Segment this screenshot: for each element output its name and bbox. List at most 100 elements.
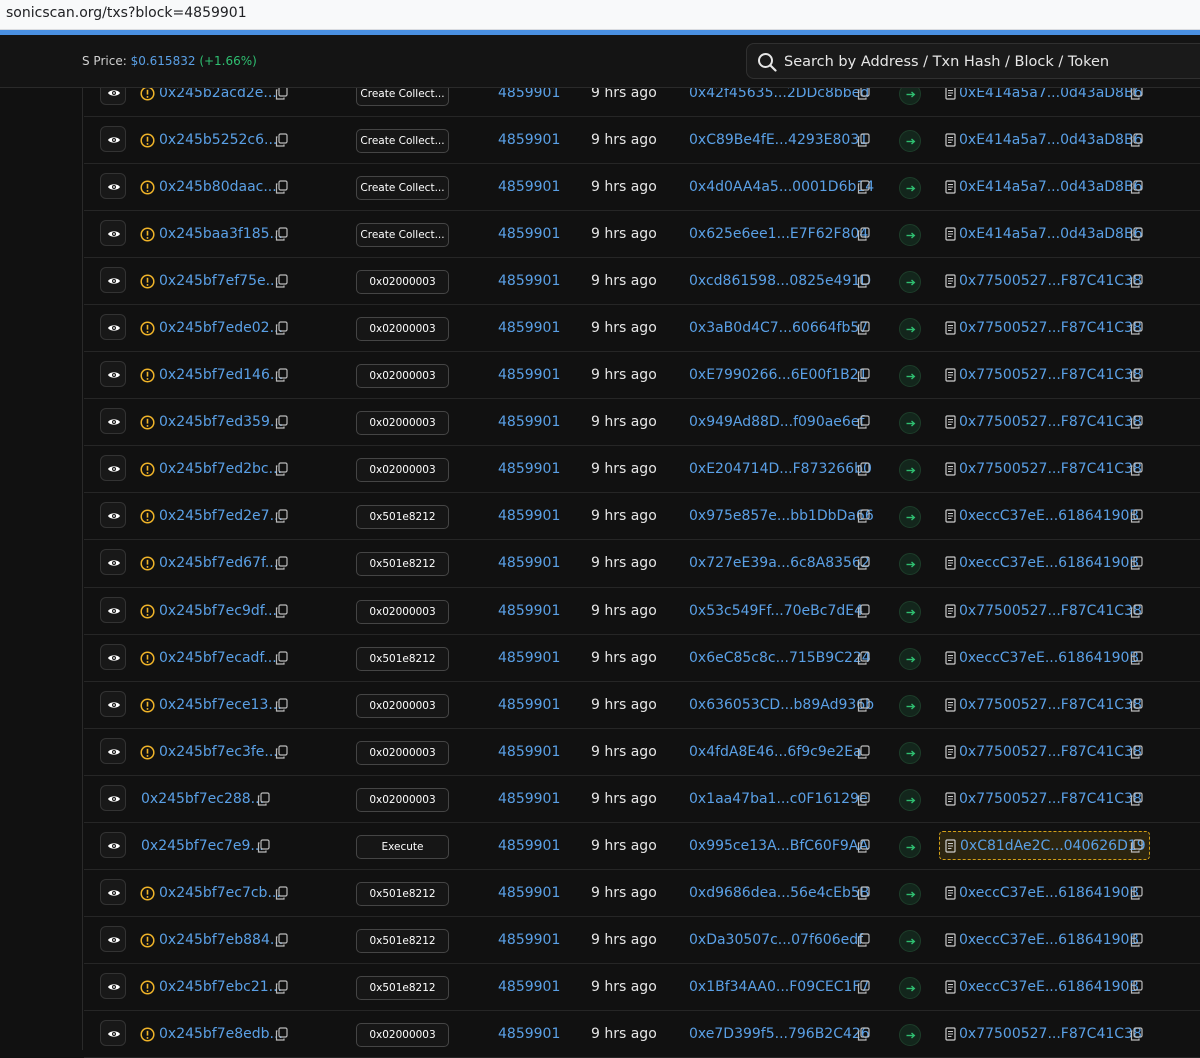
txn-hash-link[interactable]: 0x245bf7ec7cb... <box>159 885 281 901</box>
from-address-link[interactable]: 0x727eE39a...6c8A83562 <box>689 555 870 571</box>
copy-icon[interactable] <box>1130 274 1143 288</box>
from-address-link[interactable]: 0x949Ad88D...f090ae6ef <box>689 414 864 430</box>
copy-icon[interactable] <box>275 698 288 712</box>
copy-icon[interactable] <box>275 368 288 382</box>
from-address-link[interactable]: 0x3aB0d4C7...60664fb57 <box>689 320 868 336</box>
view-details-button[interactable] <box>100 502 126 529</box>
copy-icon[interactable] <box>275 180 288 194</box>
txn-hash-link[interactable]: 0x245bf7ef75e... <box>159 273 279 289</box>
from-address-link[interactable]: 0xC89Be4fE...4293E8031 <box>689 132 868 148</box>
copy-icon[interactable] <box>857 839 870 853</box>
to-address-link[interactable]: 0xE414a5a7...0d43aD8B6 <box>959 132 1142 148</box>
block-link[interactable]: 4859901 <box>498 697 560 713</box>
block-link[interactable]: 4859901 <box>498 885 560 901</box>
copy-icon[interactable] <box>275 980 288 994</box>
copy-icon[interactable] <box>275 745 288 759</box>
view-details-button[interactable] <box>100 1019 126 1046</box>
from-address-link[interactable]: 0xe7D399f5...796B2C426 <box>689 1026 870 1042</box>
copy-icon[interactable] <box>1130 650 1143 665</box>
copy-icon[interactable] <box>257 792 270 806</box>
copy-icon[interactable] <box>275 227 288 241</box>
block-link[interactable]: 4859901 <box>498 179 560 195</box>
copy-icon[interactable] <box>275 509 288 524</box>
copy-icon[interactable] <box>275 321 288 335</box>
copy-icon[interactable] <box>275 556 288 571</box>
block-link[interactable]: 4859901 <box>498 132 560 148</box>
copy-icon[interactable] <box>1130 1027 1143 1041</box>
copy-icon[interactable] <box>857 650 870 665</box>
block-link[interactable]: 4859901 <box>498 979 560 995</box>
copy-icon[interactable] <box>1130 368 1143 382</box>
block-link[interactable]: 4859901 <box>498 603 560 619</box>
from-address-link[interactable]: 0xE204714D...F873266b0 <box>689 461 872 477</box>
copy-icon[interactable] <box>1130 745 1143 759</box>
txn-hash-link[interactable]: 0x245bf7ed359... <box>159 414 283 430</box>
copy-icon[interactable] <box>857 86 870 100</box>
view-details-button[interactable] <box>100 690 126 717</box>
block-link[interactable]: 4859901 <box>498 273 560 289</box>
copy-icon[interactable] <box>257 839 270 853</box>
copy-icon[interactable] <box>275 650 288 665</box>
copy-icon[interactable] <box>275 415 288 429</box>
copy-icon[interactable] <box>857 698 870 712</box>
copy-icon[interactable] <box>1130 133 1143 147</box>
txn-hash-link[interactable]: 0x245bf7ec9df... <box>159 603 277 619</box>
block-link[interactable]: 4859901 <box>498 1026 560 1042</box>
from-address-link[interactable]: 0x1Bf34AA0...F09CEC1F7 <box>689 979 869 995</box>
to-address-link[interactable]: 0xeccC37eE...61864190B <box>959 650 1139 666</box>
copy-icon[interactable] <box>857 227 870 241</box>
copy-icon[interactable] <box>857 933 870 947</box>
txn-hash-link[interactable]: 0x245bf7e8edb... <box>159 1026 283 1042</box>
view-details-button[interactable] <box>100 925 126 952</box>
view-details-button[interactable] <box>100 361 126 388</box>
copy-icon[interactable] <box>1130 556 1143 571</box>
to-address-link[interactable]: 0x77500527...F87C41C38 <box>959 697 1142 713</box>
copy-icon[interactable] <box>857 792 870 806</box>
txn-hash-link[interactable]: 0x245bf7ed67f... <box>159 555 278 571</box>
block-link[interactable]: 4859901 <box>498 414 560 430</box>
copy-icon[interactable] <box>857 1027 870 1041</box>
to-address-text[interactable]: 0xC81dAe2C...040626D19 <box>960 838 1146 854</box>
block-link[interactable]: 4859901 <box>498 555 560 571</box>
txn-hash-link[interactable]: 0x245bf7ede02... <box>159 320 283 336</box>
copy-icon[interactable] <box>857 886 870 900</box>
from-address-link[interactable]: 0x995ce13A...BfC60F9AA <box>689 838 868 854</box>
txn-hash-link[interactable]: 0x245bf7ec288... <box>141 791 264 807</box>
txn-hash-link[interactable]: 0x245bf7eb884... <box>159 932 283 948</box>
copy-icon[interactable] <box>857 603 870 618</box>
from-address-link[interactable]: 0xDa30507c...07f606edf <box>689 932 863 948</box>
copy-icon[interactable] <box>1130 321 1143 335</box>
copy-icon[interactable] <box>1130 792 1143 806</box>
copy-icon[interactable] <box>1130 227 1143 241</box>
block-link[interactable]: 4859901 <box>498 744 560 760</box>
to-address-link[interactable]: 0xE414a5a7...0d43aD8B6 <box>959 179 1142 195</box>
price-value[interactable]: $0.615832 <box>131 54 196 68</box>
to-address-link[interactable]: 0x77500527...F87C41C38 <box>959 744 1142 760</box>
browser-address-bar[interactable]: sonicscan.org/txs?block=4859901 <box>0 0 1200 30</box>
block-link[interactable]: 4859901 <box>498 508 560 524</box>
view-details-button[interactable] <box>100 737 126 764</box>
view-details-button[interactable] <box>100 972 126 999</box>
txn-hash-link[interactable]: 0x245bf7ece13... <box>159 697 282 713</box>
txn-hash-link[interactable]: 0x245baa3f185... <box>159 226 283 242</box>
txn-hash-link[interactable]: 0x245bf7ec3fe... <box>159 744 278 760</box>
txn-hash-link[interactable]: 0x245bf7ed2bc... <box>159 461 282 477</box>
txn-hash-link[interactable]: 0x245bf7ebc21... <box>159 979 282 995</box>
to-address-link[interactable]: 0x77500527...F87C41C38 <box>959 791 1142 807</box>
copy-icon[interactable] <box>275 462 288 476</box>
copy-icon[interactable] <box>275 933 288 947</box>
search-input[interactable]: Search by Address / Txn Hash / Block / T… <box>746 43 1200 79</box>
txn-hash-link[interactable]: 0x245b80daac... <box>159 179 277 195</box>
txn-hash-link[interactable]: 0x245bf7ed2e7... <box>159 508 283 524</box>
block-link[interactable]: 4859901 <box>498 367 560 383</box>
to-address-link[interactable]: 0x77500527...F87C41C38 <box>959 603 1142 619</box>
block-link[interactable]: 4859901 <box>498 461 560 477</box>
copy-icon[interactable] <box>1130 933 1143 947</box>
copy-icon[interactable] <box>275 86 288 100</box>
copy-icon[interactable] <box>1130 509 1143 524</box>
from-address-link[interactable]: 0x4d0AA4a5...0001D6b14 <box>689 179 874 195</box>
to-address-link[interactable]: 0xeccC37eE...61864190B <box>959 508 1139 524</box>
view-details-button[interactable] <box>100 220 126 247</box>
copy-icon[interactable] <box>1130 698 1143 712</box>
from-address-link[interactable]: 0x53c549Ff...70eBc7dE4 <box>689 603 863 619</box>
